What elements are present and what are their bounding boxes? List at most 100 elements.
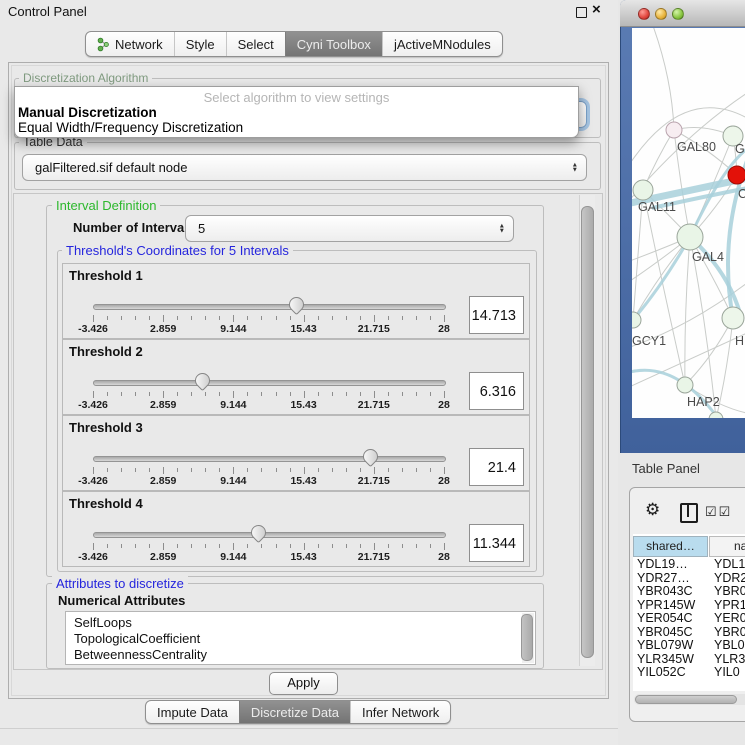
- slider-minor-tick: [276, 544, 277, 548]
- zoom-window-icon[interactable]: [672, 8, 684, 20]
- slider-major-tick: [93, 391, 94, 398]
- slider-minor-tick: [191, 316, 192, 320]
- attributes-scrollbar[interactable]: [522, 613, 534, 663]
- table-data-select[interactable]: galFiltered.sif default node ▲▼: [22, 154, 587, 181]
- slider-minor-tick: [290, 316, 291, 320]
- threshold-value-field[interactable]: 14.713: [469, 296, 524, 334]
- cell-name: YLR3: [710, 653, 745, 667]
- table-select-checkboxes-icon[interactable]: ☑☑: [705, 504, 732, 520]
- tab-network[interactable]: Network: [86, 32, 174, 56]
- threshold-slider-track[interactable]: [93, 532, 446, 538]
- slider-minor-tick: [402, 468, 403, 472]
- threshold-value-field[interactable]: 11.344: [469, 524, 524, 562]
- network-edge: [685, 237, 690, 385]
- number-of-intervals-select[interactable]: 5 ▲▼: [185, 215, 514, 242]
- tab-cyni-toolbox[interactable]: Cyni Toolbox: [285, 32, 382, 56]
- slider-major-tick: [304, 467, 305, 474]
- column-header-shared-name[interactable]: shared…: [633, 536, 708, 557]
- table-row[interactable]: YIL052CYIL0: [633, 666, 745, 676]
- tab-discretize-data[interactable]: Discretize Data: [239, 701, 350, 723]
- threshold-slider-thumb[interactable]: [192, 370, 213, 391]
- slider-minor-tick: [346, 392, 347, 396]
- settings-scrollbar-thumb[interactable]: [581, 206, 594, 658]
- float-panel-icon[interactable]: [576, 7, 587, 18]
- table-data-selected-value: galFiltered.sif default node: [35, 155, 187, 180]
- table-settings-gear-icon[interactable]: ⚙: [645, 500, 660, 520]
- table-row[interactable]: YDR27…YDR2: [633, 572, 745, 586]
- slider-tick-label: 2.859: [138, 475, 188, 487]
- slider-tick-label: 9.144: [208, 475, 258, 487]
- close-window-icon[interactable]: [638, 8, 650, 20]
- table-horizontal-scrollbar-thumb[interactable]: [635, 695, 737, 704]
- network-node-label: H: [735, 334, 744, 348]
- tab-label: jActiveMNodules: [394, 37, 491, 52]
- network-node[interactable]: [633, 180, 653, 200]
- slider-minor-tick: [402, 316, 403, 320]
- table-row[interactable]: YBR043CYBR0: [633, 585, 745, 599]
- slider-minor-tick: [332, 316, 333, 320]
- attribute-list-item[interactable]: BetweennessCentrality: [66, 647, 535, 663]
- network-node[interactable]: [709, 412, 723, 418]
- threshold-value-field[interactable]: 6.316: [469, 372, 524, 410]
- threshold-slider-track[interactable]: [93, 456, 446, 462]
- threshold-slider-track[interactable]: [93, 380, 446, 386]
- cell-name: YBR0: [710, 626, 745, 640]
- tab-jactivemnodules[interactable]: jActiveMNodules: [382, 32, 502, 56]
- minimize-window-icon[interactable]: [655, 8, 667, 20]
- slider-tick-label: 9.144: [208, 551, 258, 563]
- slider-minor-tick: [107, 392, 108, 396]
- slider-minor-tick: [247, 468, 248, 472]
- table-panel-title: Table Panel: [632, 461, 700, 476]
- network-node-label: G: [735, 142, 745, 156]
- column-header-name[interactable]: na: [709, 536, 745, 557]
- table-rows: YDL19…YDL1YDR27…YDR2YBR043CYBR0YPR145WYP…: [633, 558, 745, 676]
- slider-minor-tick: [149, 392, 150, 396]
- table-row[interactable]: YBR045CYBR0: [633, 626, 745, 640]
- attribute-list-item[interactable]: TopologicalCoefficient: [66, 631, 535, 647]
- threshold-row-3: Threshold 3-3.4262.8599.14415.4321.71528…: [62, 415, 530, 491]
- table-horizontal-scrollbar[interactable]: [634, 694, 745, 705]
- table-row[interactable]: YPR145WYPR1: [633, 599, 745, 613]
- slider-minor-tick: [430, 316, 431, 320]
- slider-minor-tick: [346, 468, 347, 472]
- table-row[interactable]: YDL19…YDL1: [633, 558, 745, 572]
- slider-major-tick: [304, 543, 305, 550]
- threshold-slider-thumb[interactable]: [285, 294, 306, 315]
- slider-minor-tick: [121, 544, 122, 548]
- tab-select[interactable]: Select: [226, 32, 285, 56]
- algorithm-option-manual-discretization[interactable]: Manual Discretization: [18, 105, 157, 120]
- threshold-slider-thumb[interactable]: [248, 522, 269, 543]
- table-columns-icon[interactable]: [680, 503, 698, 523]
- tab-infer-network[interactable]: Infer Network: [350, 701, 450, 723]
- slider-minor-tick: [430, 544, 431, 548]
- network-node[interactable]: [722, 307, 744, 329]
- close-panel-icon[interactable]: ×: [592, 1, 601, 18]
- top-tab-bar: NetworkStyleSelectCyni Toolbox jActiveMNo…: [85, 31, 503, 57]
- numerical-attributes-list[interactable]: SelfLoopsTopologicalCoefficientBetweenne…: [65, 611, 536, 665]
- table-row[interactable]: YLR345WYLR3: [633, 653, 745, 667]
- network-canvas[interactable]: GAL80GCGAL11GAL4GCY1HHAP2: [632, 28, 745, 418]
- slider-major-tick: [374, 391, 375, 398]
- threshold-value-field[interactable]: 21.4: [469, 448, 524, 486]
- network-node[interactable]: [666, 122, 682, 138]
- algorithm-option-equal-width-frequency[interactable]: Equal Width/Frequency Discretization: [18, 120, 243, 135]
- network-node[interactable]: [677, 377, 693, 393]
- attributes-scrollbar-thumb[interactable]: [521, 614, 533, 661]
- attribute-list-item[interactable]: SelfLoops: [66, 615, 535, 631]
- table-row[interactable]: YER054CYER0: [633, 612, 745, 626]
- tab-impute-data[interactable]: Impute Data: [146, 701, 239, 723]
- tab-label: Impute Data: [157, 705, 228, 720]
- threshold-slider-thumb[interactable]: [360, 446, 381, 467]
- network-node[interactable]: [632, 312, 641, 328]
- tab-style[interactable]: Style: [174, 32, 226, 56]
- slider-major-tick: [374, 315, 375, 322]
- network-node[interactable]: [728, 166, 745, 184]
- network-node[interactable]: [677, 224, 703, 250]
- slider-tick-label: -3.426: [68, 551, 118, 563]
- slider-tick-label: 15.43: [279, 323, 329, 335]
- apply-button[interactable]: Apply: [269, 672, 338, 695]
- threshold-slider-track[interactable]: [93, 304, 446, 310]
- table-row[interactable]: YBL079WYBL0: [633, 639, 745, 653]
- slider-major-tick: [93, 467, 94, 474]
- slider-minor-tick: [247, 392, 248, 396]
